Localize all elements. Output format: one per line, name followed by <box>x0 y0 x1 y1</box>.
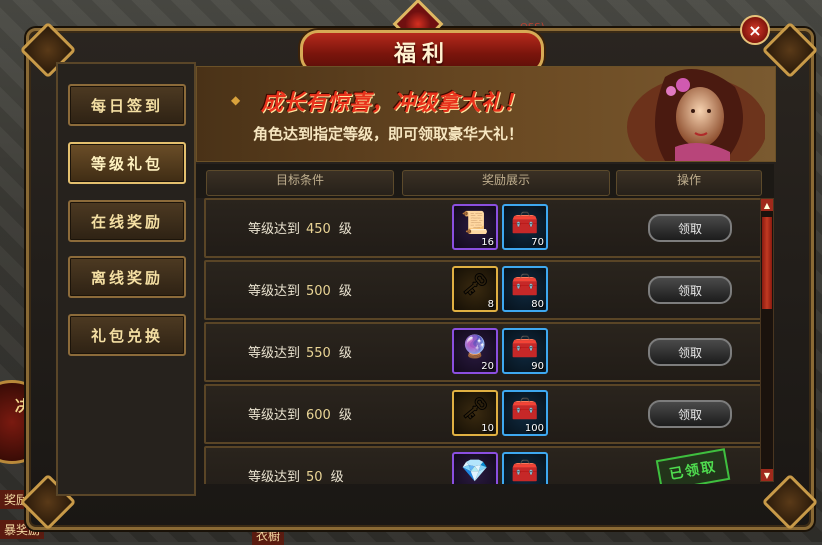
level-condition: 等级达到 550 级 <box>248 342 352 361</box>
sidebar: 每日签到 等级礼包 在线奖励 离线奖励 礼包兑换 <box>56 62 196 496</box>
treasure-chest-icon[interactable]: 🧰 100 <box>502 390 548 436</box>
table-row: 等级达到 550 级 🔮 20 🧰 90 领取 <box>204 322 760 382</box>
level-condition: 等级达到 600 级 <box>248 404 352 423</box>
condition-level: 550 <box>306 346 331 361</box>
condition-prefix: 等级达到 <box>248 346 301 361</box>
table-row: 等级达到 500 级 🗝 8 🧰 80 领取 <box>204 260 760 320</box>
header-condition: 目标条件 <box>206 170 394 196</box>
condition-suffix: 级 <box>338 222 352 237</box>
condition-level: 450 <box>306 222 331 237</box>
heroine-portrait-icon <box>627 69 765 161</box>
header-action: 操作 <box>616 170 762 196</box>
sidebar-item-gift-exchange[interactable]: 礼包兑换 <box>68 314 186 356</box>
treasure-chest-icon[interactable]: 🧰 70 <box>502 204 548 250</box>
table-row: 等级达到 450 级 📜 16 🧰 70 领取 <box>204 198 760 258</box>
sidebar-item-offline-reward[interactable]: 离线奖励 <box>68 256 186 298</box>
table-row: 等级达到 600 级 🗝 10 🧰 100 领取 <box>204 384 760 444</box>
table-header: 目标条件 奖励展示 操作 <box>196 164 774 198</box>
condition-suffix: 级 <box>338 284 352 299</box>
condition-level: 500 <box>306 284 331 299</box>
banner-bullet-icon: ◆ <box>231 93 241 107</box>
header-rewards: 奖励展示 <box>402 170 610 196</box>
scroll-up-arrow-icon[interactable]: ▲ <box>761 199 773 211</box>
claim-button[interactable]: 领取 <box>648 276 732 304</box>
reward-count: 70 <box>531 237 544 248</box>
condition-suffix: 级 <box>338 346 352 361</box>
reward-glyph: 🧰 <box>511 459 539 484</box>
condition-prefix: 等级达到 <box>248 470 301 484</box>
reward-glyph: 🔮 <box>461 335 489 360</box>
treasure-chest-icon[interactable]: 🧰 90 <box>502 328 548 374</box>
reward-glyph: 🗝 <box>461 273 489 298</box>
condition-prefix: 等级达到 <box>248 408 301 423</box>
reward-glyph: 🧰 <box>511 273 539 298</box>
reward-glyph: 📜 <box>461 211 489 236</box>
sidebar-item-daily-signin[interactable]: 每日签到 <box>68 84 186 126</box>
sidebar-item-online-reward[interactable]: 在线奖励 <box>68 200 186 242</box>
banner-subtitle: 角色达到指定等级，即可领取豪华大礼！ <box>253 125 524 143</box>
scrollbar[interactable]: ▲ ▼ <box>760 198 774 482</box>
sidebar-item-level-gift[interactable]: 等级礼包 <box>68 142 186 184</box>
scrollbar-thumb[interactable] <box>762 217 772 309</box>
window-title: 福利 <box>393 42 450 67</box>
orb-icon[interactable]: 🔮 20 <box>452 328 498 374</box>
crystal-icon[interactable]: 💎4 <box>452 452 498 484</box>
reward-glyph: 💎 <box>461 459 489 484</box>
condition-suffix: 级 <box>338 408 352 423</box>
claim-button[interactable]: 领取 <box>648 214 732 242</box>
reward-count: 8 <box>487 299 494 310</box>
reward-count: 20 <box>481 361 494 372</box>
reward-glyph: 🧰 <box>511 335 539 360</box>
reward-count: 16 <box>481 237 494 248</box>
reward-glyph: 🗝 <box>461 397 489 422</box>
key-icon[interactable]: 🗝 10 <box>452 390 498 436</box>
reward-glyph: 🧰 <box>511 397 539 422</box>
scroll-down-arrow-icon[interactable]: ▼ <box>761 469 773 481</box>
key-icon[interactable]: 🗝 8 <box>452 266 498 312</box>
reward-glyph: 🧰 <box>511 211 539 236</box>
reward-count: 80 <box>531 299 544 310</box>
reward-count: 90 <box>531 361 544 372</box>
condition-suffix: 级 <box>330 470 344 484</box>
table-row: 等级达到 50 级 💎4🧰10 已领取 <box>204 446 760 484</box>
condition-prefix: 等级达到 <box>248 222 301 237</box>
treasure-chest-icon[interactable]: 🧰10 <box>502 452 548 484</box>
level-condition: 等级达到 500 级 <box>248 280 352 299</box>
condition-level: 600 <box>306 408 331 423</box>
claimed-stamp: 已领取 <box>655 448 731 484</box>
claim-button[interactable]: 领取 <box>648 338 732 366</box>
reward-list: 等级达到 450 级 📜 16 🧰 70 领取 等级达到 500 级 🗝 8 🧰 80 领取 等级达到 550 级 🔮… <box>204 198 760 484</box>
scroll-icon[interactable]: 📜 16 <box>452 204 498 250</box>
promo-banner: ◆ 成长有惊喜，冲级拿大礼！ 角色达到指定等级，即可领取豪华大礼！ <box>196 66 776 162</box>
level-condition: 等级达到 50 级 <box>248 466 344 484</box>
claim-button[interactable]: 领取 <box>648 400 732 428</box>
condition-level: 50 <box>306 470 323 484</box>
banner-title: 成长有惊喜，冲级拿大礼！ <box>261 91 526 116</box>
reward-count: 100 <box>524 423 544 434</box>
condition-prefix: 等级达到 <box>248 284 301 299</box>
close-button[interactable]: × <box>740 15 770 45</box>
treasure-chest-icon[interactable]: 🧰 80 <box>502 266 548 312</box>
level-condition: 等级达到 450 级 <box>248 218 352 237</box>
reward-count: 10 <box>481 423 494 434</box>
